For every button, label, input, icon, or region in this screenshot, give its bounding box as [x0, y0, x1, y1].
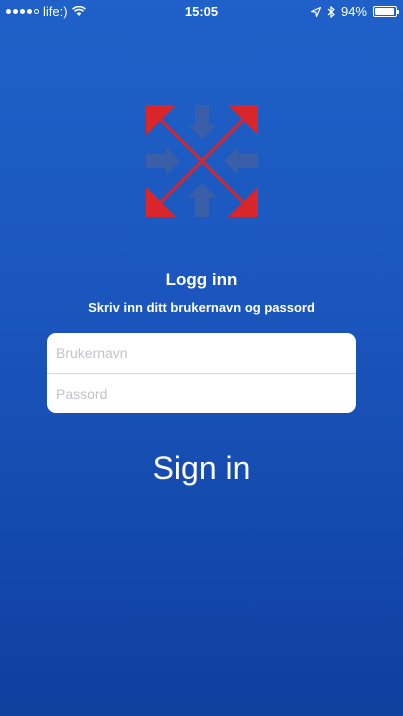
- bluetooth-icon: [327, 5, 335, 18]
- battery-fill: [375, 8, 394, 15]
- sign-in-button[interactable]: Sign in: [0, 450, 403, 487]
- location-arrow-icon: [310, 6, 321, 17]
- login-form: [47, 333, 356, 413]
- status-right: 94%: [310, 4, 399, 19]
- login-title: Logg inn: [165, 270, 238, 289]
- status-bar: life:) 15:05 94%: [0, 0, 403, 22]
- username-input[interactable]: [47, 333, 356, 373]
- battery-percent: 94%: [340, 4, 367, 19]
- battery-icon: [373, 6, 399, 17]
- password-input[interactable]: [47, 374, 356, 413]
- expand-arrows-logo: [146, 105, 258, 217]
- login-subtitle: Skriv inn ditt brukernavn og passord: [88, 300, 315, 315]
